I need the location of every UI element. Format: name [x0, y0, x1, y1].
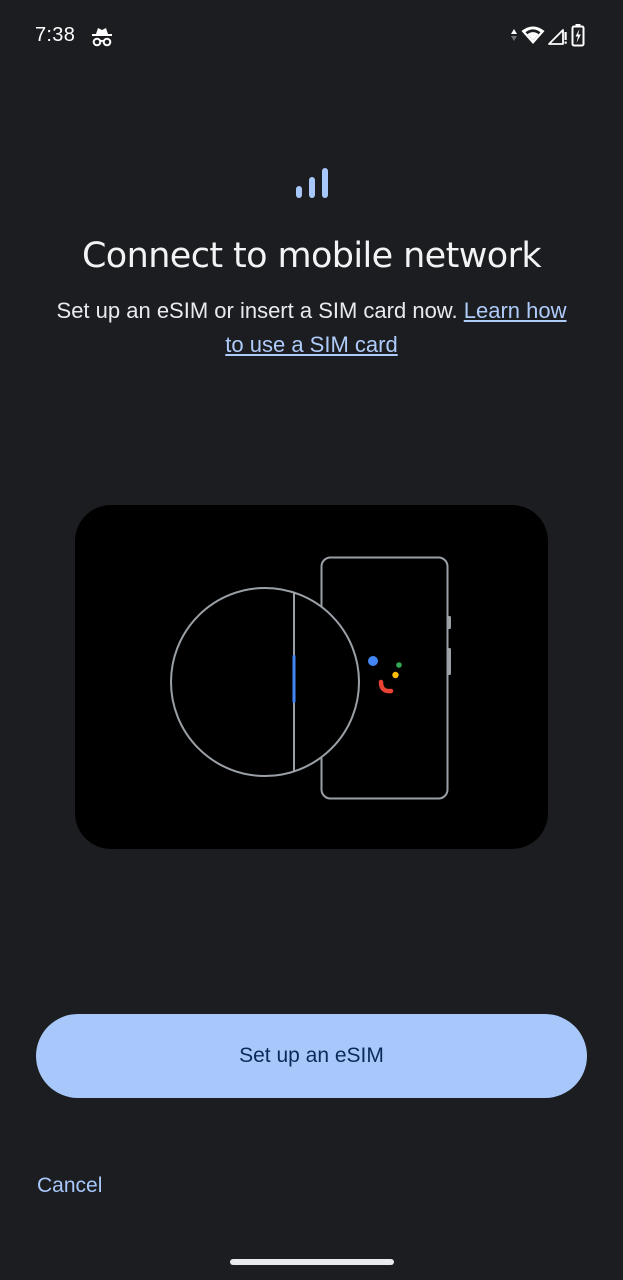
data-arrows-icon	[510, 28, 518, 47]
status-bar: 7:38	[0, 0, 623, 74]
cancel-button[interactable]: Cancel	[37, 1174, 102, 1198]
sim-contact-line	[292, 655, 296, 703]
sim-magnifier-circle	[170, 587, 360, 777]
page-title: Connect to mobile network	[81, 236, 542, 276]
assistant-dot-red	[378, 679, 394, 694]
cellular-signal-icon	[548, 25, 568, 50]
subtitle-text: Set up an eSIM or insert a SIM card now.	[56, 298, 458, 323]
status-icons	[510, 23, 585, 52]
assistant-dot-blue	[368, 656, 378, 666]
assistant-dot-yellow	[392, 671, 399, 679]
sim-phone-illustration	[75, 505, 548, 849]
phone-side-button	[447, 616, 451, 629]
page-subtitle: Set up an eSIM or insert a SIM card now.…	[50, 294, 573, 362]
wifi-icon	[521, 25, 545, 50]
setup-esim-button[interactable]: Set up an eSIM	[36, 1014, 587, 1098]
cellular-signal-icon	[294, 166, 330, 200]
phone-side-button	[447, 648, 451, 675]
assistant-dot-green	[396, 662, 402, 668]
battery-charging-icon	[571, 23, 585, 52]
illustration-svg	[170, 556, 451, 800]
home-indicator[interactable]	[230, 1259, 394, 1265]
incognito-icon	[90, 26, 114, 48]
status-time: 7:38	[35, 24, 76, 46]
